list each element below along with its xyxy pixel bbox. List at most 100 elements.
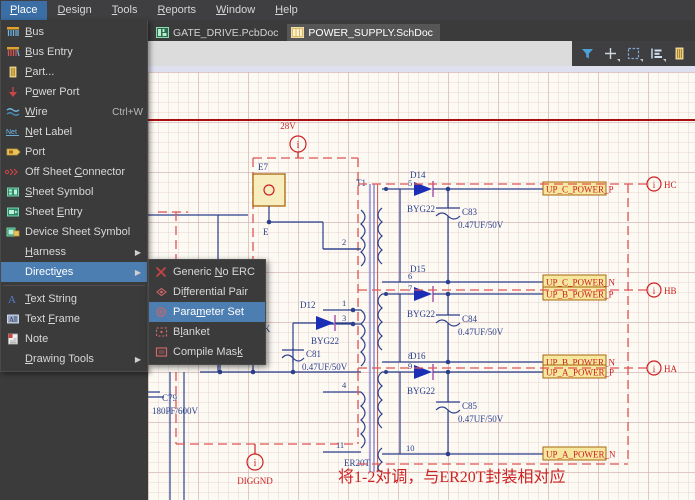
svg-text:A: A [9,316,14,324]
menu-item-sheet-symbol[interactable]: Sheet Symbol [1,182,147,202]
transformer-pin-11: 11 [336,440,344,450]
transformer-designator: T1 [356,178,366,188]
filter-icon [582,49,593,59]
compile-mask-icon [149,342,173,362]
menu-item-note[interactable]: Note [1,329,147,349]
menu-design[interactable]: Design [49,1,101,20]
submenu-item-generic-no-erc[interactable]: Generic No ERC [149,262,265,282]
filter-button[interactable] [578,44,597,63]
submenu-item-parameter-set[interactable]: Parameter Set [149,302,265,322]
cap-c84-designator: C84 [462,314,478,324]
diode-d15-symbol[interactable] [414,287,432,301]
menu-item-bus-entry[interactable]: Bus Entry [1,42,147,62]
diode-d12-symbol[interactable] [316,316,334,330]
transformer-pin-1: 1 [342,298,346,308]
transformer-pin-3: 3 [342,313,346,323]
diode-d12-value: BYG22 [311,336,339,346]
menu-help[interactable]: Help [266,1,307,20]
menu-tools[interactable]: Tools [103,1,147,20]
cap-c83-designator: C83 [462,207,478,217]
net-label-up-c-power-n: UP_C_POWER_N [546,278,616,288]
menu-item-port[interactable]: Port [1,142,147,162]
menu-item-directives[interactable]: Directives ▶ [1,262,147,282]
selection-box-caret-icon [640,59,643,62]
selection-box-button[interactable] [624,44,643,63]
diode-d16-value: BYG22 [407,386,435,396]
transformer-footprint-label: ER20T [344,458,371,468]
menu-item-harness[interactable]: Harness ▶ [1,242,147,262]
menu-item-device-sheet-symbol[interactable]: Device Sheet Symbol [1,222,147,242]
net-label-up-c-power-p: UP_C_POWER_P [546,185,614,195]
off-sheet-connector-ha-label: HA [664,364,677,374]
sch-doc-icon [291,27,305,38]
wire-icon [1,102,25,122]
component-e7-label-e: E [263,227,269,237]
component-e7-body[interactable] [252,173,286,207]
sheet-entry-icon [1,202,25,222]
chevron-right-icon: ▶ [134,267,142,277]
component-icon [675,47,684,60]
ground-port-label: DIGGND [237,476,273,486]
align-button[interactable] [647,44,666,63]
submenu-item-compile-mask[interactable]: Compile Mask [149,342,265,362]
tab-gate-drive-label: GATE_DRIVE.PcbDoc [173,26,279,39]
bus-entry-icon [1,42,25,62]
net-label-up-b-power-p: UP_B_POWER_P [546,290,614,300]
drawing-tools-placeholder-icon [1,349,25,369]
submenu-item-differential-pair[interactable]: Differential Pair [149,282,265,302]
directives-placeholder-icon [1,262,25,282]
menu-item-text-string[interactable]: A Text String [1,289,147,309]
device-sheet-symbol-icon [1,222,25,242]
diode-d12-designator: D12 [300,300,316,310]
menu-item-text-frame[interactable]: A Text Frame [1,309,147,329]
svg-text:i: i [254,458,257,469]
cap-c85-designator: C85 [462,401,478,411]
crosshair-button[interactable] [601,44,620,63]
cap-c79-value: 180PF/600V [152,406,199,416]
menu-item-sheet-entry[interactable]: Sheet Entry [1,202,147,222]
menu-reports[interactable]: Reports [148,1,205,20]
tab-power-supply-schdoc[interactable]: POWER_SUPPLY.SchDoc [287,24,440,41]
diode-d16-symbol[interactable] [414,365,432,379]
port-icon [1,142,25,162]
diode-d15-designator: D15 [410,264,426,274]
menu-item-bus-label: us [32,26,44,38]
tab-power-supply-label: POWER_SUPPLY.SchDoc [308,26,433,39]
submenu-item-blanket[interactable]: Blanket [149,322,265,342]
sheet-symbol-icon [1,182,25,202]
tab-gate-drive-pcbdoc[interactable]: GATE_DRIVE.PcbDoc [152,24,285,41]
transformer-pin-7: 7 [408,283,412,293]
menu-item-off-sheet-connector[interactable]: Off Sheet Connector [1,162,147,182]
text-string-icon: A [1,289,25,309]
diode-d15-value: BYG22 [407,309,435,319]
menu-item-wire-shortcut: Ctrl+W [112,106,143,118]
menu-item-bus[interactable]: Bus [1,22,147,42]
svg-text:i: i [653,364,656,374]
svg-text:i: i [653,286,656,296]
menu-place[interactable]: Place [1,0,47,20]
menu-window[interactable]: Window [207,1,264,20]
cap-c84-value: 0.47UF/50V [458,327,504,337]
directives-submenu: Generic No ERC Differential Pair Paramet… [148,259,266,365]
component-button[interactable] [670,44,689,63]
svg-text:Net: Net [6,129,17,136]
menu-separator [3,285,145,286]
diode-d14-value: BYG22 [407,204,435,214]
menu-item-part[interactable]: Part... [1,62,147,82]
bus-icon [1,22,25,42]
transformer-pin-2: 2 [342,237,346,247]
menu-place-label: lace [17,3,38,16]
note-icon [1,329,25,349]
application-window: Place Design Tools Reports Window Help G… [0,0,695,500]
net-label-icon: Net [1,122,25,142]
differential-pair-icon [149,282,173,302]
cap-c81-designator: C81 [306,349,321,359]
menu-item-wire[interactable]: Wire Ctrl+W [1,102,147,122]
net-label-up-a-power-n: UP_A_POWER_N [546,450,616,460]
menu-item-power-port[interactable]: Power Port [1,82,147,102]
document-tab-strip: GATE_DRIVE.PcbDoc POWER_SUPPLY.SchDoc [148,20,695,41]
chevron-right-icon: ▶ [134,354,142,364]
menu-item-net-label[interactable]: Net Net Label [1,122,147,142]
menu-item-drawing-tools[interactable]: Drawing Tools ▶ [1,349,147,369]
schematic-annotation-text: 将1-2对调，与ER20T封装相对应 [338,467,566,486]
